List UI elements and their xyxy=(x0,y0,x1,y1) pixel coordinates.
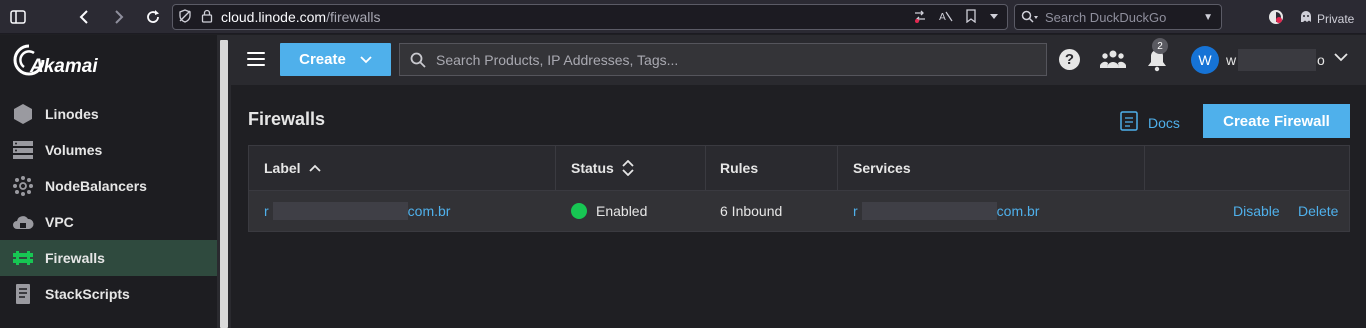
stackscripts-icon xyxy=(11,282,35,306)
bookmark-icon[interactable] xyxy=(965,9,977,26)
url-path: /firewalls xyxy=(326,9,381,25)
create-button-label: Create xyxy=(299,51,346,68)
url-dropdown-icon[interactable] xyxy=(989,9,999,26)
sidebar-item-label: Volumes xyxy=(45,142,103,158)
akamai-logo[interactable]: Akamai xyxy=(0,35,140,91)
services-redaction xyxy=(861,202,997,220)
sidebar-scrollbar-thumb[interactable] xyxy=(220,40,228,328)
status-cell: Enabled xyxy=(571,191,647,231)
search-icon xyxy=(410,52,426,68)
sidebar-item-label: StackScripts xyxy=(45,286,130,302)
username-redaction xyxy=(1238,49,1316,71)
private-mask-icon xyxy=(1300,10,1312,27)
linodes-icon xyxy=(11,102,35,126)
delete-action[interactable]: Delete xyxy=(1298,191,1338,231)
firewall-label-end: com.br xyxy=(407,203,451,219)
nodebalancers-icon xyxy=(11,174,35,198)
search-engine-icon[interactable] xyxy=(1021,10,1039,24)
svg-text:A: A xyxy=(939,12,946,23)
firewall-label-start: r xyxy=(264,203,269,219)
volumes-icon xyxy=(11,138,35,162)
reload-icon[interactable] xyxy=(141,5,165,29)
community-icon[interactable] xyxy=(1099,48,1127,70)
lock-icon[interactable] xyxy=(199,9,215,26)
sidebar-item-linodes[interactable]: Linodes xyxy=(0,96,217,132)
tracking-shield-icon[interactable] xyxy=(177,8,193,26)
table-header: Label Status Rules Services xyxy=(249,146,1349,191)
global-search-placeholder: Search Products, IP Addresses, Tags... xyxy=(436,51,679,68)
sort-toggle-icon xyxy=(622,160,634,176)
sidebar-item-stackscripts[interactable]: StackScripts xyxy=(0,276,217,312)
private-indicator: Private xyxy=(1300,10,1354,27)
create-button[interactable]: Create xyxy=(280,43,391,76)
browser-search-box[interactable]: Search DuckDuckGo ▼ xyxy=(1014,4,1222,30)
vpc-icon xyxy=(11,210,35,234)
user-menu-chevron-icon[interactable] xyxy=(1333,49,1349,65)
url-bar[interactable]: cloud.linode.com/firewalls A xyxy=(172,4,1008,30)
global-search-input[interactable]: Search Products, IP Addresses, Tags... xyxy=(399,43,1047,76)
search-dropdown-icon[interactable]: ▼ xyxy=(1203,12,1213,23)
rules-column-header: Rules xyxy=(720,160,759,176)
status-header-text: Status xyxy=(571,160,614,176)
label-header-text: Label xyxy=(264,160,301,176)
translate-icon[interactable]: A xyxy=(939,9,953,26)
column-divider xyxy=(1144,146,1145,190)
docs-icon xyxy=(1120,111,1138,134)
sort-ascending-icon xyxy=(308,164,321,172)
sidebar-item-label: NodeBalancers xyxy=(45,178,147,194)
create-firewall-button[interactable]: Create Firewall xyxy=(1203,104,1350,138)
column-divider xyxy=(555,146,556,190)
url-host: cloud.linode.com xyxy=(221,9,327,25)
page-title: Firewalls xyxy=(248,109,326,129)
column-divider xyxy=(705,146,706,190)
browser-toolbar: cloud.linode.com/firewalls A Search Duck… xyxy=(0,0,1366,34)
notification-count-badge: 2 xyxy=(1152,38,1168,54)
status-enabled-icon xyxy=(571,203,587,219)
status-column-header[interactable]: Status xyxy=(571,146,634,190)
sidebar-toggle-icon[interactable] xyxy=(6,5,30,29)
sidebar-item-label: Linodes xyxy=(45,106,99,122)
services-start: r xyxy=(853,203,858,219)
firewalls-icon xyxy=(11,246,35,270)
forward-icon[interactable] xyxy=(107,5,131,29)
extension-icon[interactable] xyxy=(1268,9,1284,30)
app-top-bar: Create Search Products, IP Addresses, Ta… xyxy=(231,35,1366,85)
docs-link[interactable]: Docs xyxy=(1120,111,1180,134)
firewalls-table: Label Status Rules Services r com.br Ena… xyxy=(248,145,1350,232)
username-end[interactable]: o xyxy=(1317,52,1325,68)
private-label: Private xyxy=(1317,11,1355,26)
firewall-label-link[interactable]: r com.br xyxy=(264,191,450,231)
avatar[interactable]: W xyxy=(1191,46,1219,74)
sidebar-item-vpc[interactable]: VPC xyxy=(0,204,217,240)
services-link[interactable]: r com.br xyxy=(853,191,1039,231)
permissions-icon[interactable] xyxy=(913,9,927,26)
label-redaction xyxy=(272,202,408,220)
column-divider xyxy=(837,146,838,190)
chevron-down-icon xyxy=(360,51,372,68)
sidebar-item-label: VPC xyxy=(45,214,74,230)
help-icon[interactable]: ? xyxy=(1059,49,1080,70)
docs-label: Docs xyxy=(1148,114,1180,131)
sidebar-item-firewalls[interactable]: Firewalls xyxy=(0,240,217,276)
back-icon[interactable] xyxy=(72,5,96,29)
sidebar-item-label: Firewalls xyxy=(45,250,105,266)
sidebar: Akamai Linodes Volumes NodeBalancers VPC… xyxy=(0,35,217,328)
sidebar-item-nodebalancers[interactable]: NodeBalancers xyxy=(0,168,217,204)
status-text: Enabled xyxy=(596,203,648,219)
label-column-header[interactable]: Label xyxy=(264,146,321,190)
disable-action[interactable]: Disable xyxy=(1233,191,1280,231)
table-row: r com.br Enabled 6 Inbound r com.br Disa… xyxy=(249,191,1349,231)
username-start[interactable]: w xyxy=(1226,52,1236,68)
menu-toggle-icon[interactable] xyxy=(247,52,265,66)
sidebar-item-volumes[interactable]: Volumes xyxy=(0,132,217,168)
rules-cell: 6 Inbound xyxy=(720,203,783,219)
services-end: com.br xyxy=(996,203,1040,219)
brand-text: Akamai xyxy=(30,56,98,77)
browser-search-placeholder: Search DuckDuckGo xyxy=(1045,9,1167,25)
services-column-header: Services xyxy=(853,160,911,176)
